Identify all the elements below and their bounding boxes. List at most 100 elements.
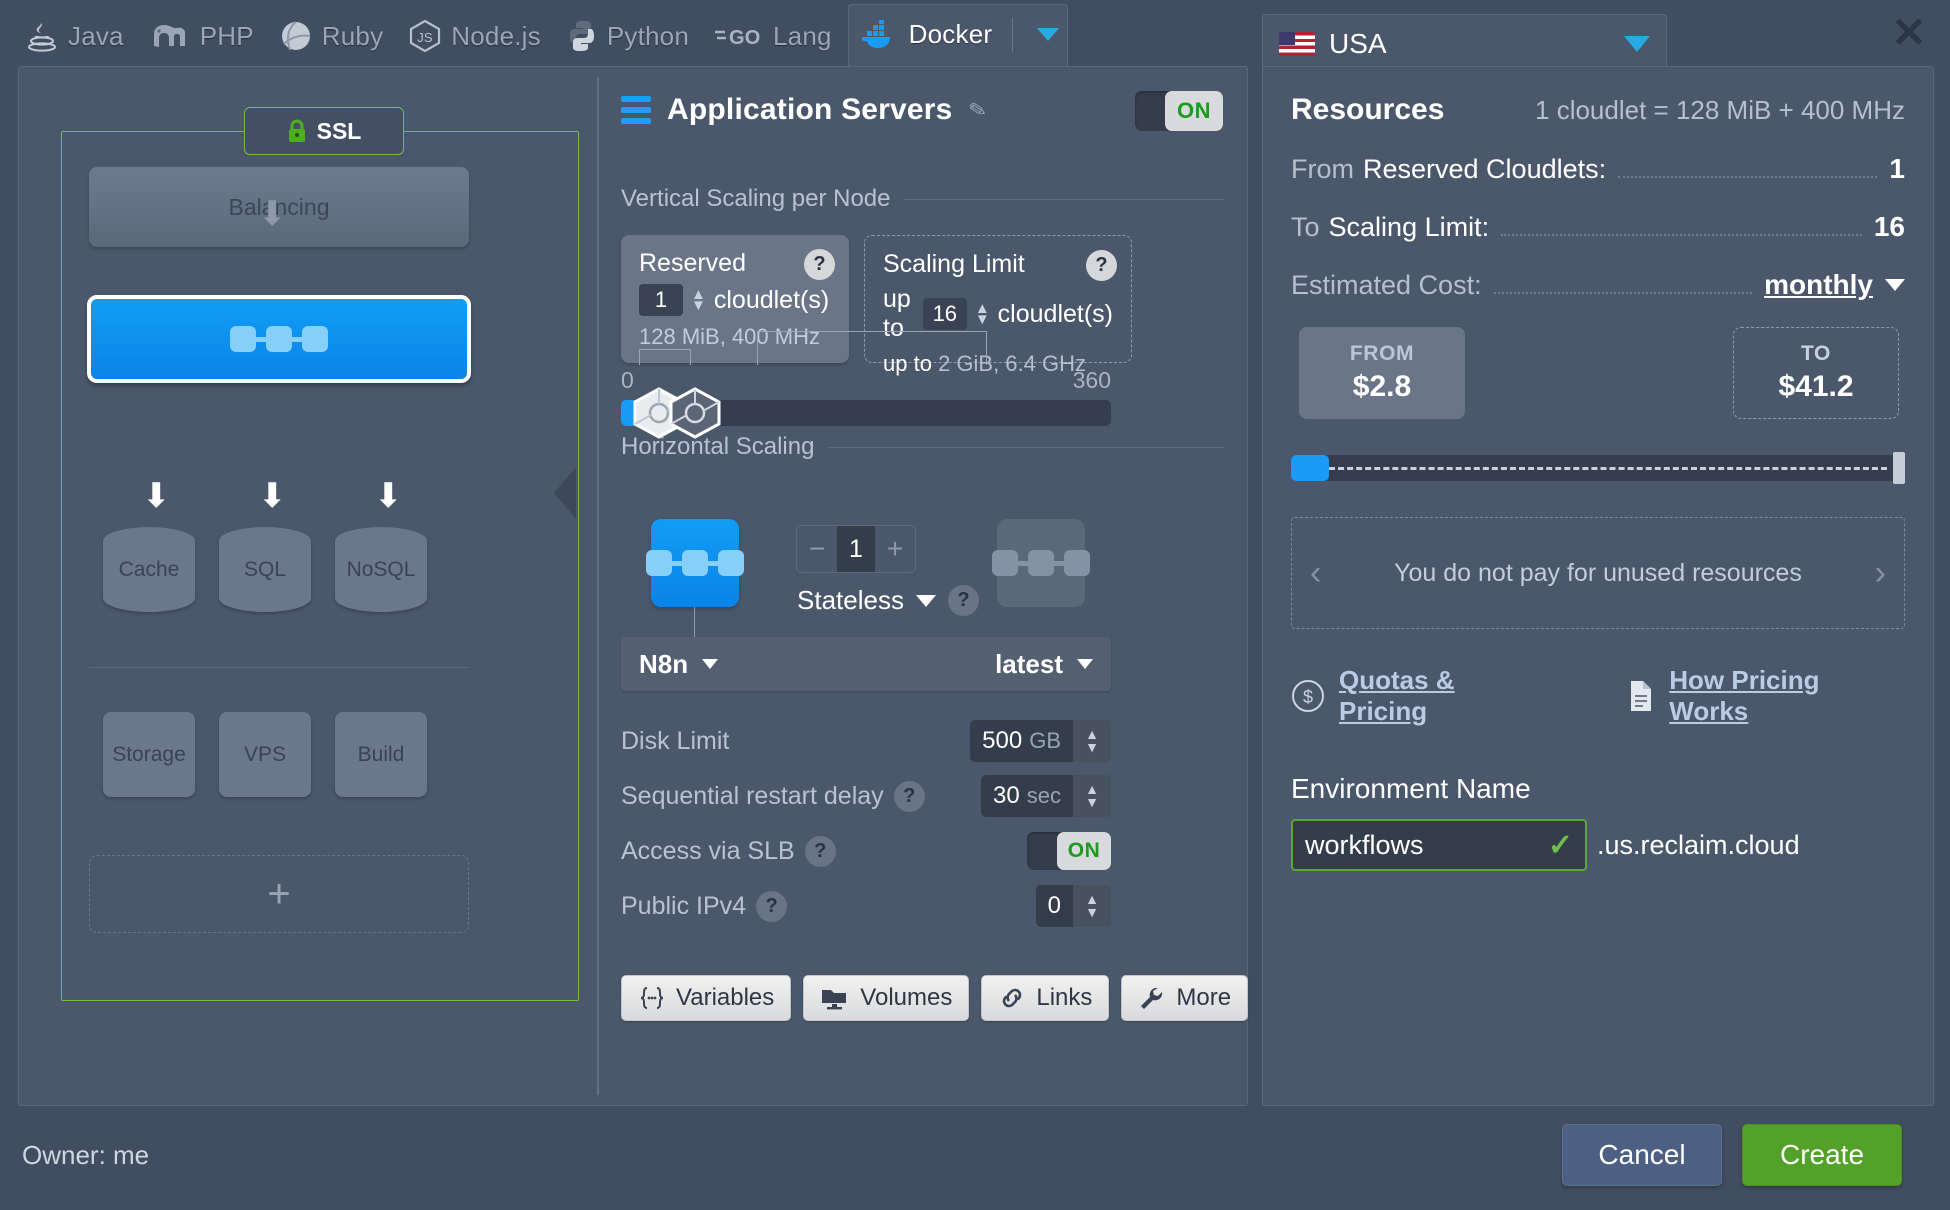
reserved-help-icon[interactable]: ? [804,249,835,280]
public-ipv4-help-icon[interactable]: ? [756,890,788,922]
cancel-button[interactable]: Cancel [1562,1124,1722,1186]
node-count-value[interactable]: 1 [837,526,875,572]
appservers-enable-toggle[interactable]: ON [1135,91,1223,131]
lock-icon [287,119,307,143]
cost-slider-handle[interactable] [1893,452,1905,484]
document-icon [1627,679,1655,713]
stack-version: latest [995,648,1063,679]
node-nosql[interactable]: NoSQL [335,527,427,612]
chevron-down-icon-stack[interactable] [702,659,719,669]
node-appserver[interactable] [87,295,471,383]
tab-go[interactable]: GO Lang [705,8,848,70]
collapse-arrow-icon[interactable] [554,467,576,519]
increment-button[interactable]: + [875,526,915,572]
cost-from-value: $2.8 [1352,370,1412,403]
quotas-pricing-link[interactable]: $ Quotas & Pricing [1291,665,1549,727]
more-button-label: More [1176,984,1232,1011]
disk-limit-input[interactable]: 500 GB ▲ ▼ [970,720,1111,762]
topology-divider [89,667,469,668]
node-build-label: Build [357,742,405,766]
tab-ruby[interactable]: Ruby [270,8,400,70]
tab-java[interactable]: Java [18,8,140,70]
row-scaling-limit: To Scaling Limit: 16 [1291,211,1905,243]
disk-limit-spinner[interactable]: ▲ ▼ [1073,720,1111,762]
environment-name-input[interactable]: workflows ✓ [1291,819,1587,871]
quotas-pricing-label: Quotas & Pricing [1339,665,1455,726]
chevron-down-icon-period[interactable] [1885,279,1905,291]
go-icon: GO [715,23,763,49]
leader-dots-3 [1493,292,1753,294]
chevron-down-icon-version[interactable] [1077,659,1093,669]
pencil-icon[interactable]: ✎ [966,96,988,124]
carousel-prev-icon[interactable]: ‹ [1310,554,1321,593]
carousel-next-icon[interactable]: › [1875,554,1886,593]
svg-text:JS: JS [418,30,434,45]
scaling-limit-value-input[interactable]: 16 [922,298,967,330]
tab-php[interactable]: PHP [140,8,270,70]
tab-nodejs[interactable]: JS Node.js [399,8,557,70]
add-node-button[interactable]: + [89,855,469,933]
vertical-scaling-slider[interactable]: 0 360 [621,331,1111,439]
reserved-value-input[interactable]: 1 [639,284,683,316]
restart-delay-help-icon[interactable]: ? [893,780,925,812]
arrow-down-icon-1: ⬇ [142,477,171,515]
scaling-mode-help-icon[interactable]: ? [947,585,979,616]
scaling-limit-help-icon[interactable]: ? [1086,250,1117,281]
node-nosql-label: NoSQL [346,557,416,581]
chevron-down-icon[interactable] [1037,28,1060,41]
row-reserved-cloudlets: From Reserved Cloudlets: 1 [1291,153,1905,185]
disk-limit-unit: GB [1029,728,1061,753]
restart-delay-spinner[interactable]: ▲ ▼ [1073,775,1111,817]
node-build[interactable]: Build [335,712,427,797]
node-storage[interactable]: Storage [103,712,195,797]
cost-from-box[interactable]: FROM $2.8 [1299,327,1465,419]
decrement-button[interactable]: − [797,526,837,572]
node-sql[interactable]: SQL [219,527,311,612]
billing-period-select[interactable]: monthly [1764,269,1905,301]
environment-name-section: Environment Name workflows ✓ .us.reclaim… [1291,773,1905,871]
tab-python[interactable]: Python [557,8,705,70]
more-button[interactable]: More [1121,975,1249,1021]
scaling-mode-select[interactable]: Stateless ? [797,585,979,616]
links-button-label: Links [1036,984,1093,1011]
scaling-limit-spinner[interactable]: ▲ ▼ [975,301,990,327]
slider-connector-1 [639,349,691,365]
close-icon[interactable]: ✕ [1886,10,1932,56]
horizontal-scaling-legend-label: Horizontal Scaling [621,433,815,460]
tab-go-label: Lang [773,20,832,51]
region-selector[interactable]: USA [1262,14,1667,72]
horizontal-node-active[interactable] [646,519,744,607]
pricing-links: $ Quotas & Pricing How Pricing Works [1291,665,1905,727]
arrow-down-icon-2: ⬇ [258,477,287,515]
public-ipv4-spinner[interactable]: ▲ ▼ [1073,885,1111,927]
horizontal-scaling-legend: Horizontal Scaling [621,433,1225,461]
slider-track[interactable] [621,387,1111,439]
menu-icon[interactable] [621,96,651,124]
how-pricing-works-link[interactable]: How Pricing Works [1627,665,1905,727]
node-count-stepper[interactable]: − 1 + [796,525,916,573]
node-chain-icon [646,550,744,576]
public-ipv4-input[interactable]: 0 ▲ ▼ [1035,885,1111,927]
node-vps[interactable]: VPS [219,712,311,797]
access-slb-toggle[interactable]: ON [1027,832,1111,870]
ssl-badge[interactable]: SSL [244,107,404,155]
node-cache[interactable]: Cache [103,527,195,612]
links-button[interactable]: Links [981,975,1110,1021]
chevron-down-icon-region[interactable] [1624,35,1650,52]
variables-button[interactable]: Variables [621,975,792,1021]
restart-delay-input[interactable]: 30 sec ▲ ▼ [981,775,1111,817]
create-button[interactable]: Create [1742,1124,1902,1186]
reserved-spinner[interactable]: ▲ ▼ [691,287,706,313]
cost-slider[interactable] [1291,452,1905,484]
horizontal-node-placeholder[interactable] [992,519,1090,607]
chevron-down-icon-mode[interactable] [915,594,936,607]
appserver-chain-icon [230,326,328,352]
volumes-button[interactable]: Volumes [803,975,970,1021]
stack-selector[interactable]: N8n latest [621,637,1111,691]
settings-header: Application Servers ✎ [621,93,988,127]
field-access-slb-label: Access via SLB [621,836,795,865]
access-slb-help-icon[interactable]: ? [804,835,836,867]
plus-icon: + [267,871,291,916]
tab-docker[interactable]: Docker [847,4,1069,70]
cost-to-box[interactable]: TO $41.2 [1733,327,1899,419]
